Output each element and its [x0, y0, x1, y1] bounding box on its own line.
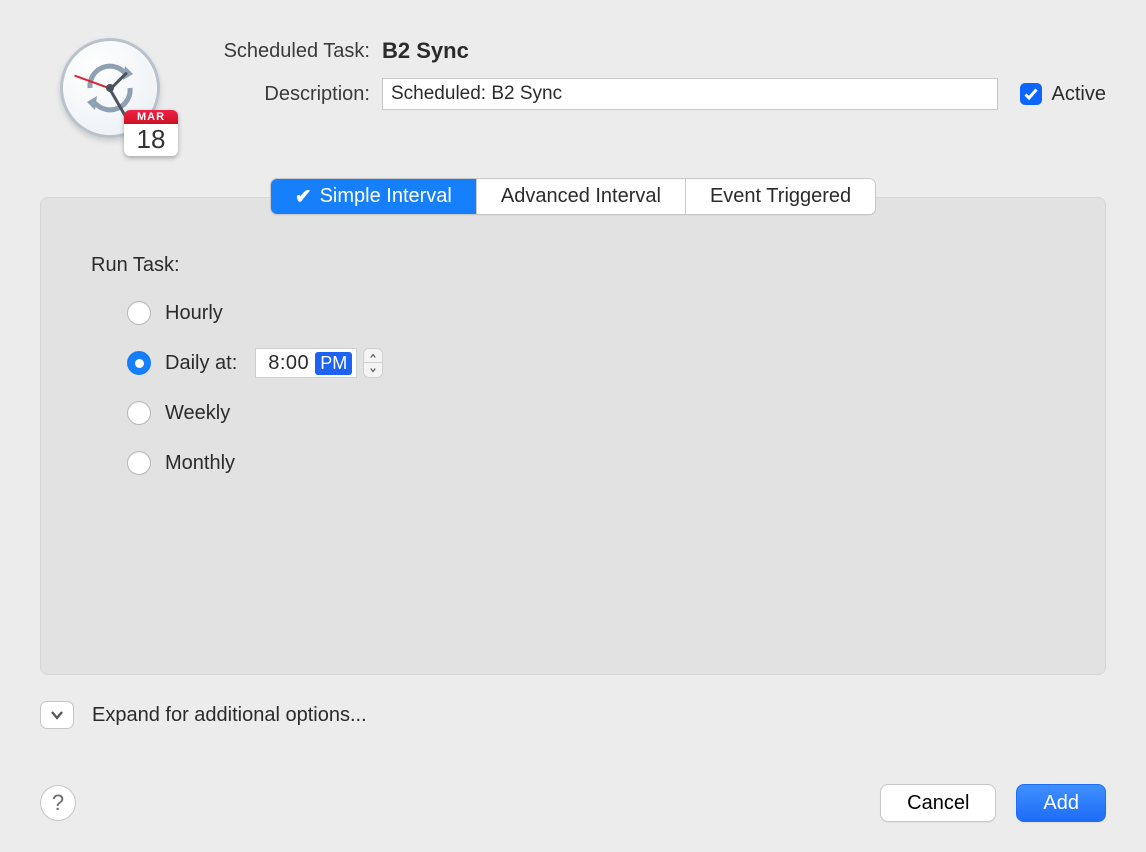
description-label: Description: [190, 83, 370, 106]
expand-options-button[interactable] [40, 701, 74, 729]
active-label: Active [1052, 83, 1106, 106]
tab-advanced-interval[interactable]: Advanced Interval [477, 179, 686, 214]
radio-hourly-label: Hourly [165, 302, 223, 325]
help-button[interactable]: ? [40, 785, 76, 821]
chevron-down-icon [50, 708, 64, 722]
radio-weekly-label: Weekly [165, 402, 230, 425]
time-stepper [363, 348, 383, 378]
calendar-day: 18 [124, 124, 178, 156]
add-button[interactable]: Add [1016, 784, 1106, 822]
expand-options-label: Expand for additional options... [92, 704, 367, 727]
radio-monthly-label: Monthly [165, 452, 235, 475]
interval-tabs: ✔ Simple Interval Advanced Interval Even… [40, 178, 1106, 215]
chevron-down-icon [370, 367, 376, 373]
radio-weekly[interactable] [127, 401, 151, 425]
scheduled-task-label: Scheduled Task: [190, 40, 370, 63]
stepper-up-button[interactable] [364, 349, 382, 363]
active-checkbox[interactable] [1020, 83, 1042, 105]
tab-label: Advanced Interval [501, 185, 661, 208]
form-column: Scheduled Task: B2 Sync Description: Act… [190, 38, 1106, 124]
calendar-badge: MAR 18 [124, 110, 178, 156]
help-icon: ? [52, 790, 64, 816]
button-label: Add [1043, 792, 1079, 815]
clock-calendar-icon: MAR 18 [60, 38, 170, 148]
run-task-label: Run Task: [91, 254, 1055, 277]
radio-monthly[interactable] [127, 451, 151, 475]
checkmark-icon: ✔ [295, 184, 312, 209]
description-input[interactable] [382, 78, 998, 110]
chevron-up-icon [370, 353, 376, 359]
time-value: 8:00 [256, 352, 315, 375]
interval-panel: Run Task: Hourly Daily at: 8:00 PM [40, 197, 1106, 675]
header-row: MAR 18 Scheduled Task: B2 Sync Descripti… [40, 38, 1106, 148]
time-ampm: PM [315, 352, 352, 375]
icon-column: MAR 18 [40, 38, 190, 148]
button-label: Cancel [907, 792, 969, 815]
tab-label: Simple Interval [320, 185, 452, 208]
radio-hourly[interactable] [127, 301, 151, 325]
radio-daily-label: Daily at: [165, 352, 237, 375]
stepper-down-button[interactable] [364, 363, 382, 377]
tab-simple-interval[interactable]: ✔ Simple Interval [271, 179, 477, 214]
cancel-button[interactable]: Cancel [880, 784, 996, 822]
scheduled-task-name: B2 Sync [382, 38, 469, 64]
radio-daily[interactable] [127, 351, 151, 375]
tab-event-triggered[interactable]: Event Triggered [686, 179, 875, 214]
tab-label: Event Triggered [710, 185, 851, 208]
calendar-month: MAR [124, 110, 178, 124]
scheduler-dialog: MAR 18 Scheduled Task: B2 Sync Descripti… [0, 0, 1146, 852]
time-field[interactable]: 8:00 PM [255, 348, 357, 378]
